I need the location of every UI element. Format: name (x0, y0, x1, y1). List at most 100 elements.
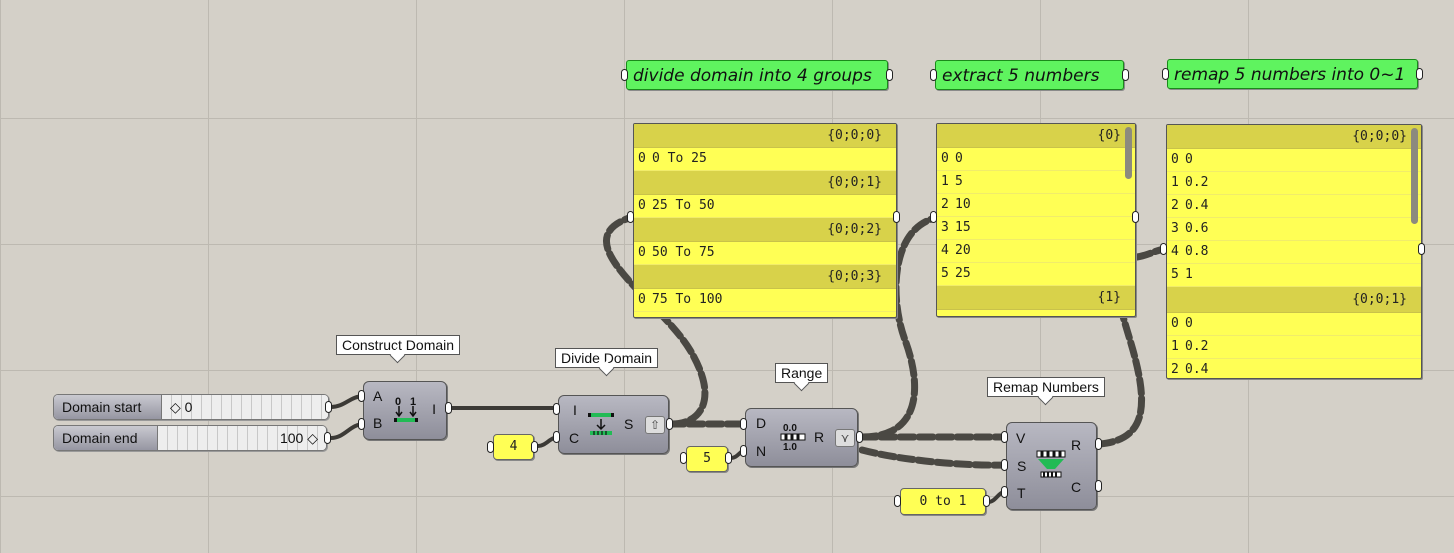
slider-domain-start[interactable]: Domain start ◇ 0 (53, 394, 329, 420)
row-index: 0 (638, 245, 646, 260)
input-port-N[interactable]: N (756, 443, 766, 459)
panel-input-grip[interactable] (627, 211, 634, 223)
row-index: 3 (941, 220, 949, 235)
panel-scrollbar[interactable] (1125, 127, 1132, 179)
panel-input-grip[interactable] (487, 441, 494, 453)
note-output-grip[interactable] (1416, 68, 1423, 80)
note-input-grip[interactable] (621, 69, 628, 81)
row-index: 2 (1171, 362, 1179, 377)
slider-value: 100 ◇ (279, 430, 318, 446)
slider-grip-icon[interactable]: ◇ (307, 430, 318, 446)
panel-row: 0 25 To 50 (634, 195, 896, 218)
port-grip[interactable] (1001, 431, 1008, 443)
input-port-D[interactable]: D (756, 415, 766, 431)
slider-grip-icon[interactable]: ◇ (170, 399, 181, 415)
panel-extract-numbers[interactable]: {0} 00 15 2 10 3 15 4 20 5 25 {1} (936, 123, 1136, 317)
input-port-C[interactable]: C (569, 430, 579, 446)
panel-output-grip[interactable] (893, 211, 900, 223)
panel-path-header: {0;0;2} (634, 218, 896, 242)
panel-divide-domain[interactable]: {0;0;0} 0 0 To 25 {0;0;1} 0 25 To 50 {0;0;… (633, 123, 897, 318)
port-grip[interactable] (1095, 480, 1102, 492)
input-count-panel[interactable]: 4 (493, 434, 534, 460)
port-grip[interactable] (1001, 486, 1008, 498)
slider-label: Domain end (54, 426, 158, 450)
port-grip[interactable] (445, 402, 452, 414)
port-grip[interactable] (553, 431, 560, 443)
port-grip[interactable] (1095, 438, 1102, 450)
input-steps-panel[interactable]: 5 (686, 446, 728, 472)
port-grip[interactable] (740, 445, 747, 457)
panel-path-header: {0} (937, 124, 1135, 148)
panel-row: 3 15 (937, 217, 1135, 240)
component-range[interactable]: D N R 0.0 1.0 ⋎ (745, 408, 858, 467)
panel-input-grip[interactable] (894, 495, 901, 507)
component-remap-numbers[interactable]: V S T R C (1006, 422, 1097, 510)
port-grip[interactable] (553, 403, 560, 415)
panel-remap-numbers[interactable]: {0;0;0} 00 1 0.2 2 0.4 3 0.6 4 0.8 51 {0;0;1… (1166, 124, 1422, 379)
port-grip[interactable] (740, 418, 747, 430)
slider-output-grip[interactable] (324, 432, 331, 444)
port-grip[interactable] (1001, 459, 1008, 471)
input-port-A[interactable]: A (373, 388, 382, 404)
component-construct-domain[interactable]: A B I 0 1 (363, 381, 447, 440)
slider-label: Domain start (54, 395, 162, 419)
input-port-S[interactable]: S (1017, 458, 1026, 474)
note-output-grip[interactable] (1122, 69, 1129, 81)
panel-output-grip[interactable] (1132, 211, 1139, 223)
graft-toggle-icon[interactable]: ⇧ (645, 416, 665, 434)
output-port-R[interactable]: R (1071, 437, 1081, 453)
input-target-domain-panel[interactable]: 0 to 1 (900, 488, 986, 515)
panel-row: 5 25 (937, 263, 1135, 286)
port-grip[interactable] (666, 418, 673, 430)
slider-value: ◇ 0 (170, 399, 193, 415)
panel-output-grip[interactable] (725, 452, 732, 464)
panel-output-grip[interactable] (1418, 243, 1425, 255)
panel-row: 2 0.4 (1167, 359, 1421, 378)
slider-output-grip[interactable] (325, 401, 332, 413)
output-port-S[interactable]: S (624, 416, 633, 432)
panel-row: 0 75 To 100 (634, 289, 896, 312)
row-index: 0 (1171, 316, 1179, 331)
note-input-grip[interactable] (930, 69, 937, 81)
slider-domain-end[interactable]: Domain end 100 ◇ (53, 425, 327, 451)
input-port-T[interactable]: T (1017, 485, 1026, 501)
note-extract-numbers[interactable]: extract 5 numbers (935, 60, 1124, 90)
output-port-R[interactable]: R (814, 429, 824, 445)
panel-output-grip[interactable] (531, 441, 538, 453)
row-index: 4 (1171, 244, 1179, 259)
panel-row: 0 50 To 75 (634, 242, 896, 265)
output-port-I[interactable]: I (432, 401, 436, 417)
input-port-V[interactable]: V (1016, 430, 1025, 446)
panel-input-grip[interactable] (1160, 243, 1167, 255)
panel-row: 00 (937, 148, 1135, 171)
input-port-I[interactable]: I (573, 402, 577, 418)
panel-input-grip[interactable] (930, 211, 937, 223)
panel-path-header: {0;0;1} (1167, 287, 1421, 313)
note-output-grip[interactable] (886, 69, 893, 81)
note-divide-domain[interactable]: divide domain into 4 groups (626, 60, 888, 90)
output-port-C[interactable]: C (1071, 479, 1081, 495)
panel-row: 00 (1167, 313, 1421, 336)
row-value: 0.6 (1185, 221, 1209, 236)
panel-row: 0 0 To 25 (634, 148, 896, 171)
panel-output-grip[interactable] (983, 495, 990, 507)
row-index: 1 (1171, 339, 1179, 354)
port-grip[interactable] (358, 418, 365, 430)
panel-row: 3 0.6 (1167, 218, 1421, 241)
panel-row: 1 0.2 (1167, 172, 1421, 195)
row-index: 1 (1171, 175, 1179, 190)
row-value: 10 (955, 197, 971, 212)
row-value: 0 (1185, 152, 1193, 167)
panel-row: 51 (1167, 264, 1421, 287)
port-grip[interactable] (856, 431, 863, 443)
note-remap-numbers[interactable]: remap 5 numbers into 0~1 (1167, 59, 1418, 89)
input-port-B[interactable]: B (373, 415, 382, 431)
note-input-grip[interactable] (1162, 68, 1169, 80)
divide-domain-icon (588, 413, 614, 435)
flatten-toggle-icon[interactable]: ⋎ (835, 429, 855, 447)
row-value: 0.2 (1185, 339, 1209, 354)
panel-scrollbar[interactable] (1411, 128, 1418, 224)
panel-input-grip[interactable] (680, 452, 687, 464)
port-grip[interactable] (358, 390, 365, 402)
component-divide-domain[interactable]: I C S ⇧ (558, 395, 669, 454)
